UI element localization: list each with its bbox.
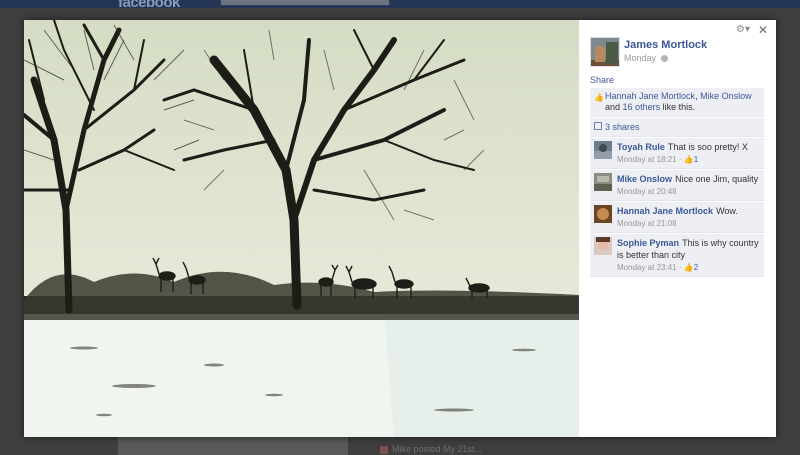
comment-meta: Monday at 23:41 · 👍2: [617, 263, 699, 272]
post-time: Monday: [624, 53, 707, 63]
comment-time[interactable]: Monday at 20:48: [617, 187, 677, 196]
comment: Toyah Rule That is soo pretty! X Monday …: [590, 138, 764, 169]
bg-feed-text: Mike posted My 21st...: [392, 444, 483, 454]
close-icon[interactable]: ✕: [758, 23, 768, 37]
avatar[interactable]: [594, 205, 612, 223]
share-icon: [594, 122, 602, 130]
comment-author[interactable]: Sophie Pyman: [617, 238, 679, 248]
comment-time[interactable]: Monday at 21:08: [617, 219, 677, 228]
comment-author[interactable]: Mike Onslow: [617, 174, 672, 184]
gear-icon[interactable]: ⚙▾: [736, 24, 750, 35]
comment-meta: Monday at 18:21 · 👍1: [617, 155, 699, 164]
comment-like-count[interactable]: 1: [694, 155, 698, 164]
bg-search-box: [220, 0, 390, 6]
comment-meta: Monday at 20:48: [617, 187, 760, 196]
comment-time[interactable]: Monday at 18:21: [617, 155, 677, 164]
shares-count[interactable]: 3 shares: [605, 122, 640, 132]
comment-text: That is soo pretty! X: [667, 142, 748, 152]
avatar[interactable]: [590, 37, 620, 67]
photo-sidebar: ⚙▾ ✕ James Mortlock Monday Share 👍 Hanna…: [579, 20, 776, 437]
comment-time[interactable]: Monday at 23:41: [617, 263, 677, 272]
avatar[interactable]: [594, 237, 612, 255]
photo-image[interactable]: [24, 20, 579, 437]
feedback-panel: 👍 Hannah Jane Mortlock, Mike Onslow and …: [590, 88, 764, 277]
shares-row[interactable]: 3 shares: [590, 118, 764, 137]
avatar[interactable]: [594, 173, 612, 191]
like-suffix: like this.: [662, 102, 696, 112]
like-and: and: [605, 102, 621, 112]
comment-author[interactable]: Toyah Rule: [617, 142, 665, 152]
bg-topbar: facebook: [0, 0, 800, 8]
liker-name[interactable]: Mike Onslow: [700, 91, 752, 101]
others-link[interactable]: 16 others: [623, 102, 661, 112]
comment: Sophie Pyman This is why country is bett…: [590, 234, 764, 277]
author-name[interactable]: James Mortlock: [624, 39, 707, 51]
avatar[interactable]: [594, 141, 612, 159]
author-block: James Mortlock Monday: [590, 37, 707, 67]
comment-like-icon[interactable]: 👍: [684, 155, 694, 164]
post-time-text[interactable]: Monday: [624, 53, 656, 63]
comment-text: Nice one Jim, quality: [675, 174, 759, 184]
comment-like-count[interactable]: 2: [694, 263, 698, 272]
share-link[interactable]: Share: [590, 75, 614, 85]
thumbs-up-icon: 👍: [594, 93, 604, 102]
comment-meta: Monday at 21:08: [617, 219, 760, 228]
comment-like-icon[interactable]: 👍: [684, 263, 694, 272]
comment-text: Wow.: [716, 206, 738, 216]
bg-feed-item: Mike posted My 21st...: [380, 444, 482, 454]
comment: Hannah Jane Mortlock Wow. Monday at 21:0…: [590, 202, 764, 233]
photo-theater: ⚙▾ ✕ James Mortlock Monday Share 👍 Hanna…: [24, 20, 776, 437]
globe-icon[interactable]: [660, 55, 668, 63]
liker-name[interactable]: Hannah Jane Mortlock: [605, 91, 695, 101]
comment-author[interactable]: Hannah Jane Mortlock: [617, 206, 713, 216]
comment: Mike Onslow Nice one Jim, quality Monday…: [590, 170, 764, 201]
like-summary: 👍 Hannah Jane Mortlock, Mike Onslow and …: [590, 88, 764, 117]
bg-photo-thumbnail: [118, 437, 348, 455]
bg-facebook-logo: facebook: [118, 0, 180, 8]
bg-feed-icon: [380, 445, 388, 454]
